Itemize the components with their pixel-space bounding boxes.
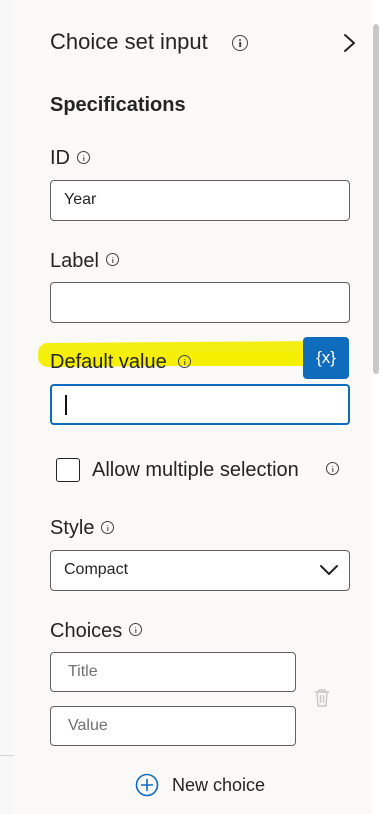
label-input[interactable] xyxy=(50,282,350,323)
variable-icon: {x} xyxy=(316,348,336,367)
trash-icon[interactable] xyxy=(314,688,330,708)
choices-label: Choices xyxy=(50,620,123,642)
insert-dynamic-value-button[interactable]: {x} xyxy=(303,337,349,379)
info-icon[interactable] xyxy=(77,151,90,164)
allow-multiple-checkbox[interactable] xyxy=(56,458,80,482)
new-choice-button[interactable]: New choice xyxy=(135,772,265,798)
text-cursor xyxy=(65,395,67,415)
chevron-right-icon[interactable] xyxy=(338,32,360,54)
chevron-down-icon xyxy=(320,565,338,575)
choice-value-field[interactable] xyxy=(68,717,278,735)
info-icon[interactable] xyxy=(106,253,119,266)
style-selected-value: Compact xyxy=(64,561,129,578)
id-label: ID xyxy=(50,147,70,169)
panel-title-text: Choice set input xyxy=(50,29,208,54)
id-input-value: Year xyxy=(64,191,97,208)
new-choice-label: New choice xyxy=(172,774,266,795)
info-icon[interactable] xyxy=(178,355,191,368)
info-icon[interactable] xyxy=(326,462,339,475)
info-icon[interactable] xyxy=(101,521,114,534)
default-value-label: Default value xyxy=(50,351,167,373)
style-label: Style xyxy=(50,517,95,539)
style-dropdown[interactable]: Compact xyxy=(50,550,350,591)
choice-title-field[interactable] xyxy=(68,663,278,681)
default-value-input[interactable] xyxy=(50,384,350,425)
choice-value-input[interactable] xyxy=(50,706,296,746)
info-icon[interactable] xyxy=(232,35,248,51)
left-pane-divider xyxy=(0,755,14,756)
plus-circle-icon xyxy=(135,773,159,797)
allow-multiple-label: Allow multiple selection xyxy=(92,459,299,481)
label-label: Label xyxy=(50,250,99,272)
panel-scrollbar[interactable] xyxy=(373,24,379,374)
info-icon[interactable] xyxy=(129,623,142,636)
panel-title: Choice set input xyxy=(50,29,208,55)
section-heading: Specifications xyxy=(50,94,186,116)
choice-title-input[interactable] xyxy=(50,652,296,692)
id-input[interactable]: Year xyxy=(50,180,350,221)
left-pane-edge xyxy=(0,0,15,814)
